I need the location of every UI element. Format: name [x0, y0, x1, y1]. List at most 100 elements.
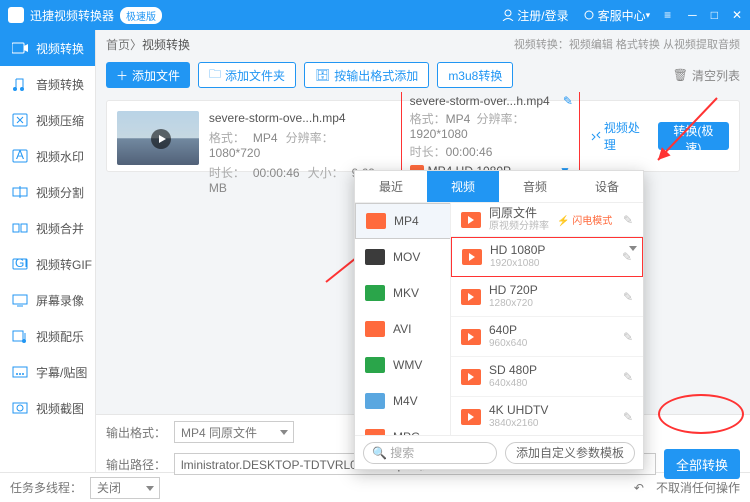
format-item-avi[interactable]: AVI: [355, 311, 450, 347]
sidebar-item-split[interactable]: 视频分割: [0, 174, 95, 210]
sidebar-item-subtitle[interactable]: 字幕/贴图: [0, 354, 95, 390]
preset-list: 同原文件原视频分辨率⚡ 闪电模式✎HD 1080P1920x1080✎HD 72…: [451, 203, 643, 435]
screenshot-icon: [12, 401, 28, 415]
edition-badge: 极速版: [120, 7, 162, 24]
edit-preset-icon[interactable]: ✎: [623, 330, 633, 344]
preset-item[interactable]: SD 480P640x480✎: [451, 357, 643, 397]
edit-preset-icon[interactable]: ✎: [623, 410, 633, 424]
output-format-label: 输出格式：: [106, 424, 166, 441]
titlebar: 迅捷视频转换器 极速版 注册/登录 客服中心▾ ≡ ─ □ ✕: [0, 0, 750, 30]
sidebar-item-screenshot[interactable]: 视频截图: [0, 390, 95, 426]
preset-item[interactable]: 4K UHDTV3840x2160✎: [451, 397, 643, 435]
toolbar: ＋ 添加文件 🗀 添加文件夹 🗄 按输出格式添加 m3u8转换 🗑清空列表: [96, 58, 750, 92]
breadcrumb-current: 视频转换: [142, 36, 190, 53]
preset-item[interactable]: 640P960x640✎: [451, 317, 643, 357]
svg-text:GIF: GIF: [15, 257, 28, 270]
format-item-mkv[interactable]: MKV: [355, 275, 450, 311]
menu-button[interactable]: ≡: [664, 8, 672, 22]
split-icon: [12, 185, 28, 199]
preset-item[interactable]: HD 720P1280x720✎: [451, 277, 643, 317]
search-icon: 🔍: [372, 446, 387, 460]
format-item-m4v[interactable]: M4V: [355, 383, 450, 419]
compress-icon: [12, 113, 28, 127]
customer-service-button[interactable]: 客服中心▾: [583, 7, 651, 24]
undo-label: 不取消任何操作: [656, 479, 740, 496]
sidebar-item-video-convert[interactable]: 视频转换: [0, 30, 95, 66]
convert-button[interactable]: 转换(极速): [658, 122, 729, 150]
breadcrumb-home[interactable]: 首页: [106, 36, 130, 53]
preset-item[interactable]: HD 1080P1920x1080✎: [451, 237, 643, 277]
task-thread-label: 任务多线程：: [10, 479, 82, 496]
convert-all-button[interactable]: 全部转换: [664, 449, 740, 479]
format-item-wmv[interactable]: WMV: [355, 347, 450, 383]
format-icon: [365, 393, 385, 409]
edit-preset-icon[interactable]: ✎: [623, 213, 633, 227]
file-row: severe-storm-ove...h.mp4 格式：MP4分辨率：1080*…: [106, 100, 740, 172]
video-icon: [12, 41, 28, 55]
preset-icon: [461, 369, 481, 385]
output-file-name: severe-storm-over...h.mp4: [410, 94, 571, 108]
video-thumbnail[interactable]: [117, 111, 199, 165]
preset-icon: [461, 409, 481, 425]
format-item-mov[interactable]: MOV: [355, 239, 450, 275]
sidebar-item-to-gif[interactable]: GIF视频转GIF: [0, 246, 95, 282]
register-login-button[interactable]: 注册/登录: [502, 7, 568, 24]
trash-icon: 🗑: [673, 68, 688, 82]
preset-icon: [461, 289, 481, 305]
breadcrumb: 首页 〉 视频转换 视频转换：视频编辑 格式转换 从视频提取音频: [96, 30, 750, 58]
preset-icon: [462, 249, 482, 265]
clear-list-button[interactable]: 🗑清空列表: [673, 67, 740, 84]
tab-recent[interactable]: 最近: [355, 171, 427, 202]
format-popup: 最近 视频 音频 设备 MP4MOVMKVAVIWMVM4VMPG 同原文件原视…: [354, 170, 644, 470]
undo-icon: ↶: [634, 481, 644, 495]
minimize-button[interactable]: ─: [688, 8, 697, 22]
edit-output-name-icon[interactable]: ✎: [563, 94, 573, 108]
format-item-mpg[interactable]: MPG: [355, 419, 450, 435]
format-icon: [365, 357, 385, 373]
sidebar-item-watermark[interactable]: A视频水印: [0, 138, 95, 174]
format-list: MP4MOVMKVAVIWMVM4VMPG: [355, 203, 451, 435]
output-path-label: 输出路径：: [106, 456, 166, 473]
preset-icon: [461, 212, 481, 228]
format-item-mp4[interactable]: MP4: [355, 203, 451, 239]
subtitle-icon: [12, 365, 28, 379]
video-process-button[interactable]: 视频处理: [590, 119, 648, 153]
tab-video[interactable]: 视频: [427, 171, 499, 202]
sidebar-item-bgm[interactable]: 视频配乐: [0, 318, 95, 354]
gif-icon: GIF: [12, 257, 28, 271]
format-icon: [365, 249, 385, 265]
sidebar: 视频转换 音频转换 视频压缩 A视频水印 视频分割 视频合并 GIF视频转GIF…: [0, 30, 96, 472]
add-file-button[interactable]: ＋ 添加文件: [106, 62, 190, 88]
format-icon: [366, 213, 386, 229]
search-input[interactable]: 🔍 搜索: [363, 442, 497, 464]
app-logo: [8, 7, 24, 23]
record-icon: [12, 293, 28, 307]
sidebar-item-audio-convert[interactable]: 音频转换: [0, 66, 95, 102]
edit-preset-icon[interactable]: ✎: [623, 370, 633, 384]
tab-audio[interactable]: 音频: [499, 171, 571, 202]
format-icon: [365, 285, 385, 301]
file-name: severe-storm-ove...h.mp4: [209, 111, 391, 125]
app-title: 迅捷视频转换器: [30, 7, 114, 24]
edit-preset-icon[interactable]: ✎: [623, 290, 633, 304]
output-format-select[interactable]: MP4 同原文件: [174, 421, 294, 443]
play-icon: [151, 129, 171, 149]
format-icon: [365, 429, 385, 435]
m3u8-button[interactable]: m3u8转换: [437, 62, 513, 88]
maximize-button[interactable]: □: [711, 8, 718, 22]
format-icon: [365, 321, 385, 337]
edit-preset-icon[interactable]: ✎: [622, 250, 632, 264]
audio-icon: [12, 77, 28, 91]
tab-device[interactable]: 设备: [571, 171, 643, 202]
sidebar-item-screen-record[interactable]: 屏幕录像: [0, 282, 95, 318]
add-folder-button[interactable]: 🗀 添加文件夹: [198, 62, 296, 88]
preset-item[interactable]: 同原文件原视频分辨率⚡ 闪电模式✎: [451, 203, 643, 237]
svg-text:A: A: [16, 149, 24, 162]
add-template-button[interactable]: 添加自定义参数模板: [505, 442, 635, 464]
add-by-format-button[interactable]: 🗄 按输出格式添加: [304, 62, 429, 88]
sidebar-item-merge[interactable]: 视频合并: [0, 210, 95, 246]
bgm-icon: [12, 329, 28, 343]
close-button[interactable]: ✕: [732, 8, 742, 22]
sidebar-item-video-compress[interactable]: 视频压缩: [0, 102, 95, 138]
task-thread-select[interactable]: 关闭: [90, 477, 160, 499]
